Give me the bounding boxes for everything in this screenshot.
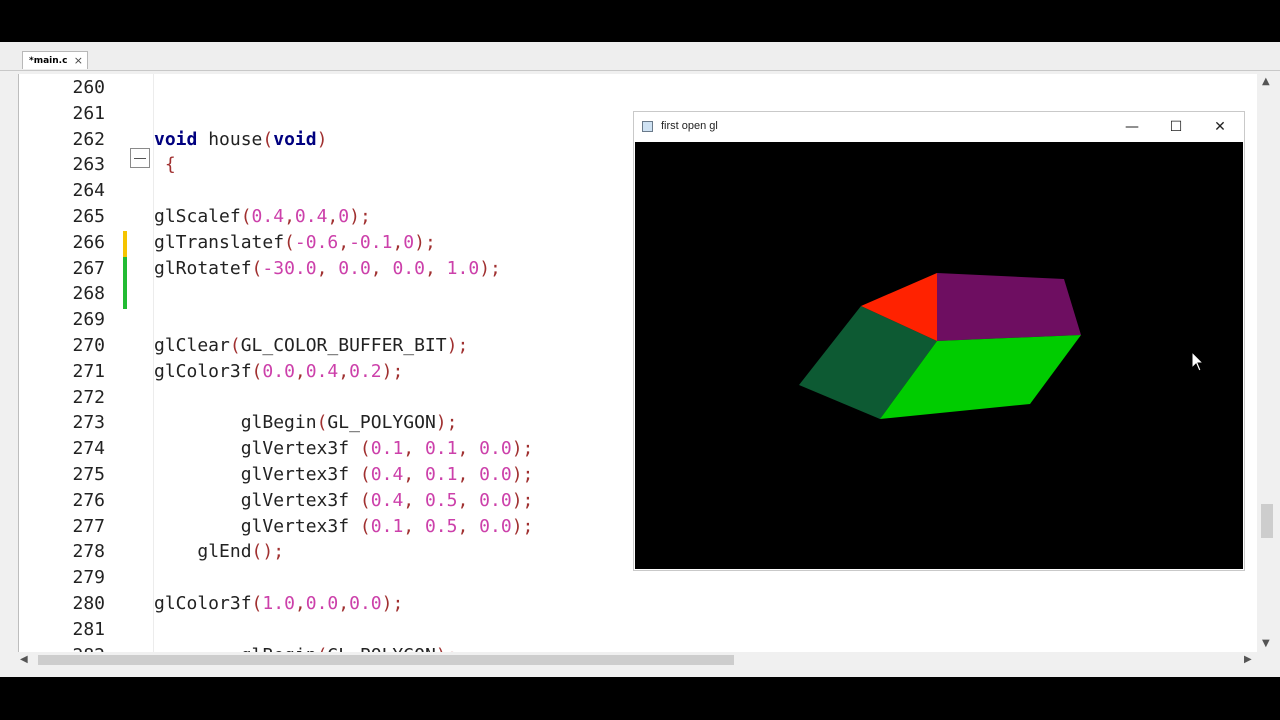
line-number: 279 [72,567,105,589]
line-number: 271 [72,360,105,382]
code-line[interactable]: glClear(GL_COLOR_BUFFER_BIT); [154,333,468,359]
code-line[interactable]: glTranslatef(-0.6,-0.1,0); [154,230,436,256]
line-number: 270 [72,335,105,356]
vertical-scroll-thumb[interactable] [1261,504,1273,538]
line-number: 261 [72,102,105,124]
code-line[interactable]: glScalef(0.4,0.4,0); [154,204,371,230]
tab-label: *main.c [29,56,68,66]
scroll-up-icon[interactable]: ▲ [1262,77,1270,87]
line-number: 275 [72,464,105,485]
code-line[interactable]: glVertex3f (0.1, 0.5, 0.0); [154,514,534,540]
line-number: 268 [72,283,105,305]
close-button[interactable]: ✕ [1200,115,1240,139]
tab-close-icon[interactable]: × [74,52,83,70]
line-number: 282 [19,643,105,652]
window-title: first open gl [661,120,718,132]
minimize-button[interactable]: — [1112,115,1152,139]
code-line[interactable]: glVertex3f (0.4, 0.5, 0.0); [154,488,534,514]
line-number: 274 [72,438,105,460]
horizontal-scrollbar[interactable]: ◀ ▶ [18,652,1256,668]
line-number: 281 [72,618,105,640]
change-marker-saved [123,231,127,257]
line-number: 266 [72,231,105,253]
code-line[interactable]: void house(void) [154,127,327,153]
opengl-window-titlebar[interactable]: first open gl — ☐ ✕ [634,112,1244,141]
vertical-scrollbar[interactable]: ▲ ▼ [1259,74,1275,652]
line-number: 267 [72,257,105,279]
line-number: 269 [72,309,105,331]
app-icon [642,121,653,132]
line-number: 280 [72,593,105,614]
line-number: 272 [72,386,105,408]
code-line[interactable]: glColor3f(0.0,0.4,0.2); [154,359,403,385]
tab-bar: *main.c × [0,42,1280,71]
scroll-down-icon[interactable]: ▼ [1262,639,1270,649]
purple-face [937,273,1081,341]
line-number: 262 [72,128,105,150]
opengl-render-canvas[interactable] [635,142,1243,569]
rendered-house-shape [799,273,1205,419]
mouse-cursor-icon [1191,350,1205,372]
code-line[interactable]: glColor3f(1.0,0.0,0.0); [154,591,403,617]
scroll-left-icon[interactable]: ◀ [20,655,28,665]
tab-main-c[interactable]: *main.c × [22,51,88,69]
line-number: 273 [72,412,105,434]
opengl-window[interactable]: first open gl — ☐ ✕ [634,112,1244,570]
code-line[interactable]: glBegin(GL_POLYGON); [154,643,458,652]
maximize-button[interactable]: ☐ [1156,115,1196,139]
line-number: 265 [72,206,105,227]
line-number: 276 [72,489,105,511]
code-line[interactable]: glEnd(); [154,539,284,565]
code-line[interactable]: glVertex3f (0.1, 0.1, 0.0); [154,436,534,462]
scroll-right-icon[interactable]: ▶ [1244,655,1252,665]
line-number: 278 [72,541,105,563]
code-line[interactable]: { [154,152,176,178]
line-number: 260 [72,77,105,98]
line-number: 264 [72,180,105,202]
horizontal-scroll-thumb[interactable] [38,655,734,665]
code-line[interactable]: glVertex3f (0.4, 0.1, 0.0); [154,462,534,488]
line-number: 263 [72,154,105,176]
line-number: 277 [72,515,105,537]
fold-collapse-icon[interactable] [130,148,150,168]
code-line[interactable]: glRotatef(-30.0, 0.0, 0.0, 1.0); [154,256,501,282]
code-line[interactable]: glBegin(GL_POLYGON); [154,410,458,436]
change-marker-modified [123,257,127,309]
